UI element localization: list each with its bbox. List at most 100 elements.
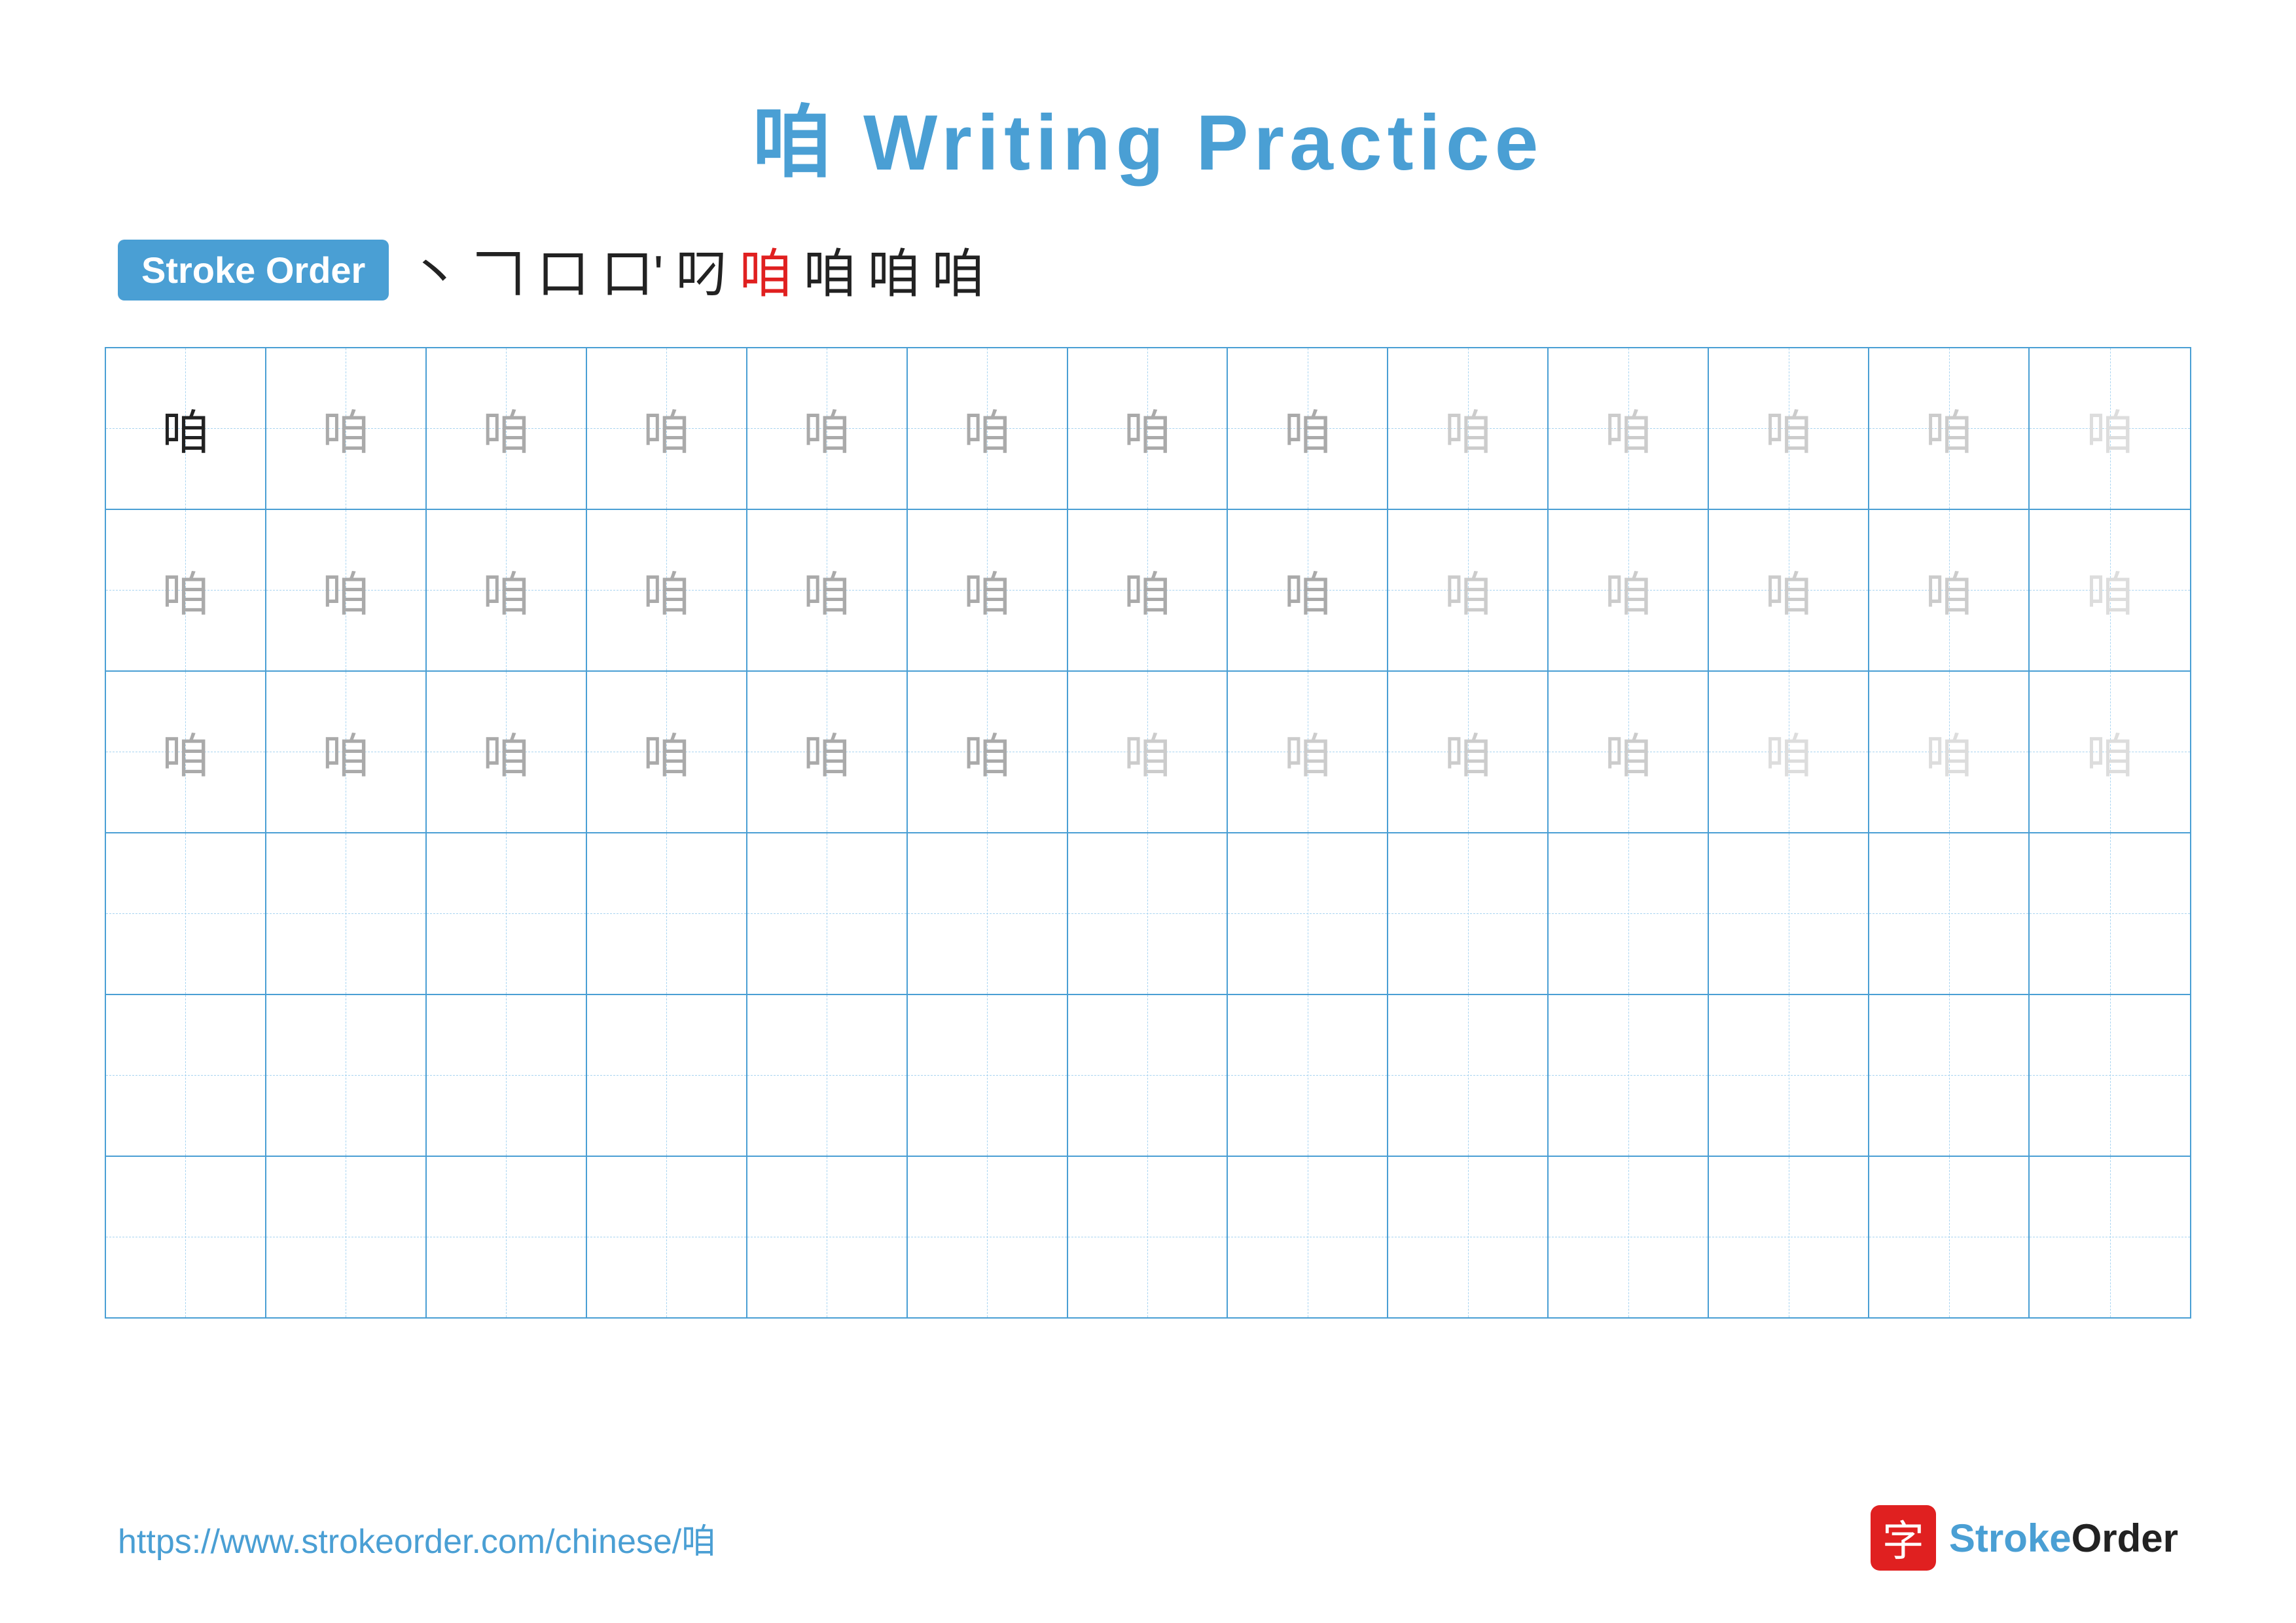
- stroke-sequence: 丶 𠃍 口 口' 叼 咱 咱 咱 咱: [408, 232, 984, 308]
- cell-char-2-3: 咱: [643, 718, 690, 786]
- grid-cell-3-1: [266, 833, 427, 994]
- logo-char: 字: [1882, 1508, 1924, 1568]
- cell-char-2-1: 咱: [322, 718, 369, 786]
- cell-char-1-2: 咱: [482, 556, 529, 625]
- grid-cell-2-2: 咱: [427, 672, 587, 832]
- grid-cell-5-7: [1228, 1157, 1388, 1317]
- grid-cell-5-12: [2030, 1157, 2190, 1317]
- cell-char-1-11: 咱: [1926, 556, 1973, 625]
- footer-url: https://www.strokeorder.com/chinese/咱: [118, 1514, 715, 1563]
- grid-cell-3-6: [1068, 833, 1229, 994]
- grid-cell-3-12: [2030, 833, 2190, 994]
- stroke-order-badge: Stroke Order: [118, 240, 389, 301]
- grid-cell-2-6: 咱: [1068, 672, 1229, 832]
- footer: https://www.strokeorder.com/chinese/咱 字 …: [0, 1505, 2296, 1571]
- grid-cell-5-5: [908, 1157, 1068, 1317]
- cell-char-0-5: 咱: [963, 394, 1011, 463]
- grid-cell-4-8: [1388, 995, 1549, 1156]
- stroke-seq-8: 咱: [868, 232, 920, 308]
- grid-cell-5-10: [1709, 1157, 1869, 1317]
- grid-cell-0-2: 咱: [427, 348, 587, 509]
- grid-row-0: 咱咱咱咱咱咱咱咱咱咱咱咱咱: [106, 348, 2190, 510]
- grid-cell-3-0: [106, 833, 266, 994]
- grid-row-5: [106, 1157, 2190, 1317]
- cell-char-1-0: 咱: [162, 556, 209, 625]
- grid-cell-5-11: [1869, 1157, 2030, 1317]
- grid-cell-0-7: 咱: [1228, 348, 1388, 509]
- grid-cell-1-0: 咱: [106, 510, 266, 670]
- grid-cell-0-9: 咱: [1549, 348, 1709, 509]
- cell-char-2-6: 咱: [1124, 718, 1171, 786]
- stroke-seq-5: 叼: [675, 232, 728, 308]
- cell-char-0-12: 咱: [2087, 394, 2134, 463]
- cell-char-2-2: 咱: [482, 718, 529, 786]
- grid-row-3: [106, 833, 2190, 995]
- cell-char-2-9: 咱: [1605, 718, 1652, 786]
- cell-char-2-8: 咱: [1444, 718, 1492, 786]
- grid-cell-4-0: [106, 995, 266, 1156]
- cell-char-1-4: 咱: [803, 556, 850, 625]
- grid-cell-0-5: 咱: [908, 348, 1068, 509]
- stroke-seq-4: 口': [601, 232, 663, 308]
- cell-char-0-7: 咱: [1284, 394, 1331, 463]
- grid-cell-5-2: [427, 1157, 587, 1317]
- grid-cell-0-4: 咱: [747, 348, 908, 509]
- grid-cell-5-3: [587, 1157, 747, 1317]
- grid-cell-1-12: 咱: [2030, 510, 2190, 670]
- grid-cell-4-12: [2030, 995, 2190, 1156]
- grid-cell-4-2: [427, 995, 587, 1156]
- logo-icon: 字: [1871, 1505, 1936, 1571]
- stroke-order-section: Stroke Order 丶 𠃍 口 口' 叼 咱 咱 咱 咱: [0, 192, 2296, 334]
- cell-char-0-1: 咱: [322, 394, 369, 463]
- grid-cell-3-4: [747, 833, 908, 994]
- grid-cell-4-10: [1709, 995, 1869, 1156]
- grid-cell-5-9: [1549, 1157, 1709, 1317]
- logo-text: StrokeOrder: [1949, 1516, 2178, 1561]
- grid-cell-5-6: [1068, 1157, 1229, 1317]
- cell-char-1-3: 咱: [643, 556, 690, 625]
- cell-char-1-7: 咱: [1284, 556, 1331, 625]
- grid-cell-0-8: 咱: [1388, 348, 1549, 509]
- grid-cell-0-3: 咱: [587, 348, 747, 509]
- cell-char-0-4: 咱: [803, 394, 850, 463]
- grid-cell-1-3: 咱: [587, 510, 747, 670]
- grid-cell-0-11: 咱: [1869, 348, 2030, 509]
- cell-char-0-9: 咱: [1605, 394, 1652, 463]
- page-title: 咱 Writing Practice: [0, 0, 2296, 192]
- grid-cell-3-8: [1388, 833, 1549, 994]
- cell-char-2-10: 咱: [1765, 718, 1812, 786]
- cell-char-2-12: 咱: [2087, 718, 2134, 786]
- grid-row-2: 咱咱咱咱咱咱咱咱咱咱咱咱咱: [106, 672, 2190, 833]
- grid-cell-4-4: [747, 995, 908, 1156]
- practice-grid: 咱咱咱咱咱咱咱咱咱咱咱咱咱咱咱咱咱咱咱咱咱咱咱咱咱咱咱咱咱咱咱咱咱咱咱咱咱咱咱: [105, 347, 2191, 1319]
- cell-char-0-3: 咱: [643, 394, 690, 463]
- cell-char-1-8: 咱: [1444, 556, 1492, 625]
- grid-cell-0-0: 咱: [106, 348, 266, 509]
- stroke-seq-7: 咱: [804, 232, 856, 308]
- grid-cell-3-9: [1549, 833, 1709, 994]
- cell-char-0-10: 咱: [1765, 394, 1812, 463]
- grid-cell-1-9: 咱: [1549, 510, 1709, 670]
- footer-logo: 字 StrokeOrder: [1871, 1505, 2178, 1571]
- cell-char-1-12: 咱: [2087, 556, 2134, 625]
- cell-char-0-11: 咱: [1926, 394, 1973, 463]
- stroke-seq-9: 咱: [932, 232, 984, 308]
- grid-cell-1-8: 咱: [1388, 510, 1549, 670]
- cell-char-2-7: 咱: [1284, 718, 1331, 786]
- grid-cell-1-11: 咱: [1869, 510, 2030, 670]
- grid-cell-2-9: 咱: [1549, 672, 1709, 832]
- cell-char-1-5: 咱: [963, 556, 1011, 625]
- grid-cell-3-10: [1709, 833, 1869, 994]
- grid-cell-5-4: [747, 1157, 908, 1317]
- cell-char-1-6: 咱: [1124, 556, 1171, 625]
- stroke-seq-6: 咱: [740, 232, 792, 308]
- grid-cell-3-7: [1228, 833, 1388, 994]
- cell-char-0-8: 咱: [1444, 394, 1492, 463]
- grid-cell-1-6: 咱: [1068, 510, 1229, 670]
- grid-cell-1-4: 咱: [747, 510, 908, 670]
- grid-cell-1-5: 咱: [908, 510, 1068, 670]
- grid-cell-2-3: 咱: [587, 672, 747, 832]
- cell-char-2-5: 咱: [963, 718, 1011, 786]
- cell-char-0-2: 咱: [482, 394, 529, 463]
- grid-cell-3-3: [587, 833, 747, 994]
